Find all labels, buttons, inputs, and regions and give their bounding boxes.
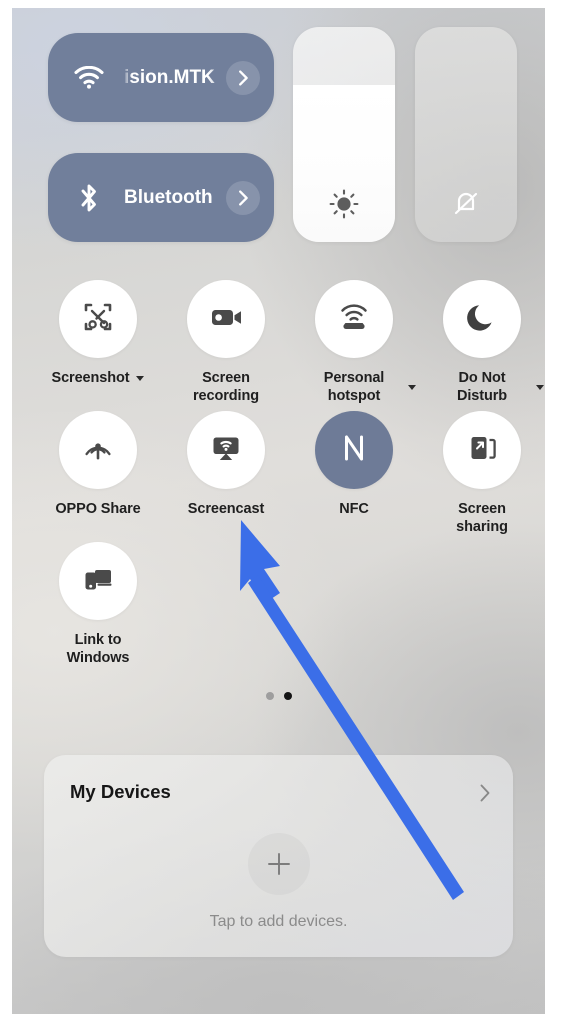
add-devices-hint: Tap to add devices. [209, 913, 348, 930]
link-to-windows-icon [78, 559, 118, 604]
toggle-oppo-share-label-row: OPPO Share [42, 500, 154, 518]
page-dot-2[interactable] [283, 692, 292, 700]
toggle-screen-sharing-label-row: Screen sharing [426, 500, 538, 536]
toggle-screen-recording[interactable]: Screen recording [170, 280, 282, 405]
toggle-screenshot-chevron-down-icon[interactable] [136, 375, 145, 381]
toggle-screen-recording-label: Screen recording [193, 370, 259, 404]
toggle-do-not-disturb-chevron-down-icon[interactable] [536, 384, 544, 390]
bluetooth-label: Bluetooth [124, 186, 213, 208]
toggle-screen-sharing-label: Screen sharing [456, 501, 508, 535]
toggle-screencast-label-row: Screencast [170, 500, 282, 518]
bluetooth-chevron-icon[interactable] [226, 180, 260, 215]
toggle-screenshot-label-row: Screenshot [42, 369, 154, 387]
toggle-oppo-share-button[interactable] [59, 411, 137, 489]
wifi-network-name: ision.MTK [124, 66, 215, 88]
toggle-personal-hotspot-label-row: Personal hotspot [298, 369, 416, 405]
volume-slider[interactable] [415, 27, 517, 242]
toggle-personal-hotspot-label: Personal hotspot [323, 370, 385, 404]
my-devices-title: My Devices [70, 781, 171, 802]
toggle-link-to-windows-button[interactable] [59, 542, 137, 620]
toggle-link-to-windows-label-row: Link to Windows [42, 631, 154, 667]
brightness-sun-icon [293, 188, 395, 220]
toggle-personal-hotspot-chevron-down-icon[interactable] [408, 384, 416, 390]
add-device-button[interactable] [247, 833, 310, 895]
toggle-screencast[interactable]: Screencast [170, 411, 282, 518]
plus-icon [267, 853, 290, 875]
toggle-screen-sharing-button[interactable] [443, 411, 521, 489]
page-indicator[interactable] [265, 692, 292, 700]
toggle-screencast-label: Screencast [187, 501, 265, 517]
toggle-screenshot-label: Screenshot [51, 370, 130, 386]
toggle-oppo-share-label: OPPO Share [55, 501, 141, 517]
brightness-slider[interactable] [293, 27, 395, 242]
toggle-do-not-disturb-label: Do Not Disturb [456, 370, 508, 404]
toggle-screenshot[interactable]: Screenshot [42, 280, 154, 387]
control-center-panel: ision.MTK Bluetooth Screenshot Screen re… [12, 8, 545, 1014]
toggle-screen-recording-button[interactable] [187, 280, 265, 358]
toggle-screen-sharing[interactable]: Screen sharing [426, 411, 538, 536]
toggle-personal-hotspot[interactable]: Personal hotspot [298, 280, 416, 405]
toggle-link-to-windows-label: Link to Windows [66, 632, 130, 666]
bell-mute-icon [415, 186, 517, 220]
toggle-do-not-disturb-button[interactable] [443, 280, 521, 358]
screen-sharing-icon [462, 428, 502, 473]
bluetooth-tile[interactable]: Bluetooth [48, 153, 274, 242]
screenshot-scissors-icon [78, 297, 118, 342]
video-camera-icon [206, 297, 246, 342]
toggle-nfc-button[interactable] [315, 411, 393, 489]
toggle-oppo-share[interactable]: OPPO Share [42, 411, 154, 518]
wifi-tile[interactable]: ision.MTK [48, 33, 274, 122]
toggle-personal-hotspot-button[interactable] [315, 280, 393, 358]
screencast-icon [206, 428, 246, 473]
toggle-screenshot-button[interactable] [59, 280, 137, 358]
toggle-do-not-disturb-label-row: Do Not Disturb [426, 369, 544, 405]
page-dot-1[interactable] [265, 692, 274, 700]
toggle-link-to-windows[interactable]: Link to Windows [42, 542, 154, 667]
toggle-screencast-button[interactable] [187, 411, 265, 489]
toggle-screen-recording-label-row: Screen recording [170, 369, 282, 405]
my-devices-chevron-icon[interactable] [479, 783, 491, 808]
toggle-nfc[interactable]: NFC [298, 411, 410, 518]
toggle-nfc-label: NFC [339, 501, 369, 517]
oppo-share-icon [78, 428, 118, 473]
toggle-nfc-label-row: NFC [298, 500, 410, 518]
wifi-chevron-icon[interactable] [226, 60, 260, 95]
moon-icon [462, 297, 502, 342]
nfc-icon [334, 428, 374, 473]
toggle-do-not-disturb[interactable]: Do Not Disturb [426, 280, 544, 405]
bluetooth-icon [72, 181, 106, 215]
my-devices-card[interactable]: My Devices Tap to add devices. [44, 755, 513, 957]
wifi-icon [72, 61, 106, 95]
hotspot-icon [334, 297, 374, 342]
